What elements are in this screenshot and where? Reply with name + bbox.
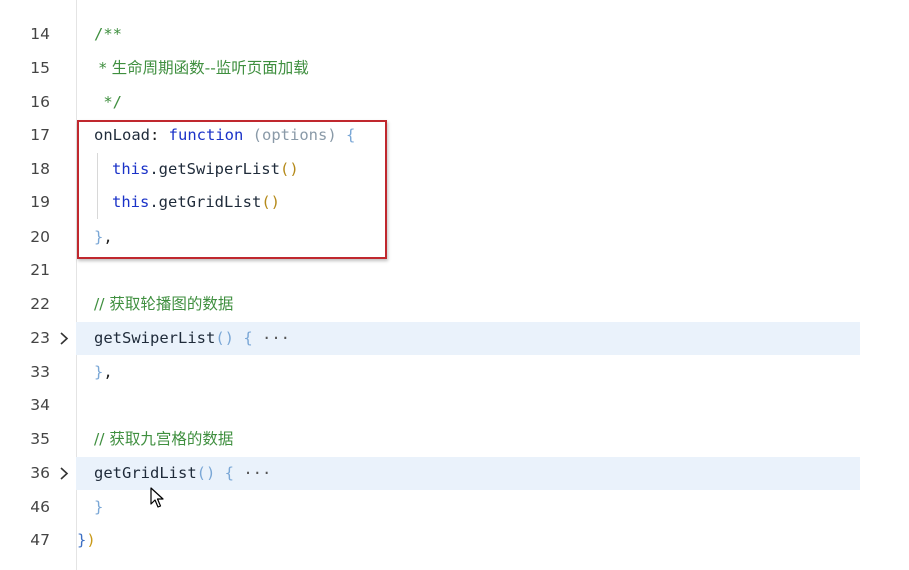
line-number: 35 — [30, 430, 50, 448]
call-parens: () — [261, 193, 280, 211]
close-brace: } — [77, 531, 87, 549]
code-line[interactable]: 33 }, — [0, 356, 909, 389]
code-content: this.getSwiperList() — [112, 153, 299, 186]
code-content: onLoad: function (options) { — [94, 119, 355, 152]
line-number: 22 — [30, 295, 50, 313]
chevron-right-icon[interactable] — [57, 466, 71, 481]
open-brace: { — [336, 126, 356, 144]
method-name: onLoad — [94, 126, 150, 144]
line-number: 34 — [30, 396, 50, 414]
code-editor[interactable]: 14 /** 15 * 生命周期函数--监听页面加载 16 */ 17 onLo… — [0, 0, 909, 570]
method-name: getSwiperList — [94, 329, 216, 347]
code-line[interactable]: 22 // 获取轮播图的数据 — [0, 288, 909, 321]
code-line-folded[interactable]: 36 getGridList() { ··· — [0, 457, 909, 490]
method-call: .getSwiperList — [149, 160, 280, 178]
line-number: 15 — [30, 59, 50, 77]
method-name: getGridList — [94, 464, 197, 482]
line-number: 21 — [30, 261, 50, 279]
call-parens: () — [279, 160, 299, 178]
line-number: 36 — [30, 464, 50, 482]
code-line[interactable]: 46 } — [0, 491, 909, 524]
mouse-pointer-icon — [150, 487, 164, 508]
comment-text: */ — [94, 93, 122, 111]
folded-ellipsis[interactable]: ··· — [262, 329, 290, 347]
parens: () — [215, 329, 234, 347]
line-number: 14 — [30, 25, 50, 43]
comment-text: * 生命周期函数--监听页面加载 — [94, 59, 309, 77]
comment-text: // 获取九宫格的数据 — [94, 430, 234, 448]
method-call: .getGridList — [149, 193, 262, 211]
code-line[interactable]: 17 onLoad: function (options) { — [0, 119, 909, 152]
code-line[interactable]: 19 this.getGridList() — [0, 186, 909, 219]
chevron-right-icon[interactable] — [57, 331, 71, 346]
code-content: getSwiperList() { ··· — [94, 322, 290, 355]
close-brace: } — [94, 498, 104, 516]
code-line[interactable]: 34 — [0, 389, 909, 422]
line-number: 33 — [30, 363, 50, 381]
comment-text: /** — [94, 25, 122, 43]
line-number: 19 — [30, 193, 50, 211]
line-number: 16 — [30, 93, 50, 111]
close-brace: } — [94, 363, 104, 381]
code-content: getGridList() { ··· — [94, 457, 271, 490]
code-line[interactable]: 18 this.getSwiperList() — [0, 153, 909, 186]
this-keyword: this — [112, 160, 150, 178]
code-line-folded[interactable]: 23 getSwiperList() { ··· — [0, 322, 909, 355]
folded-ellipsis[interactable]: ··· — [243, 464, 271, 482]
open-brace: { — [234, 329, 253, 347]
comma: , — [103, 228, 113, 246]
line-number: 20 — [30, 228, 50, 246]
code-content: } — [94, 491, 103, 524]
open-brace: { — [215, 464, 234, 482]
line-number: 23 — [30, 329, 50, 347]
comment-text: // 获取轮播图的数据 — [94, 295, 234, 313]
code-content: }, — [94, 221, 113, 254]
code-line[interactable]: 47 }) — [0, 524, 909, 557]
close-paren: ) — [86, 531, 96, 549]
this-keyword: this — [112, 193, 150, 211]
close-brace: } — [94, 228, 104, 246]
keyword: function — [168, 126, 244, 144]
line-number: 46 — [30, 498, 50, 516]
code-line[interactable]: 15 * 生命周期函数--监听页面加载 — [0, 52, 909, 85]
code-line[interactable]: 16 */ — [0, 86, 909, 119]
line-number: 18 — [30, 160, 50, 178]
code-line[interactable]: 35 // 获取九宫格的数据 — [0, 423, 909, 456]
parens: () — [196, 464, 216, 482]
code-line[interactable]: 14 /** — [0, 18, 909, 51]
parameter-list: (options) — [243, 126, 337, 144]
code-content: }) — [77, 524, 96, 557]
colon: : — [150, 126, 169, 144]
code-content: }, — [94, 356, 113, 389]
line-number: 47 — [30, 531, 50, 549]
comma: , — [103, 363, 113, 381]
code-line[interactable]: 20 }, — [0, 221, 909, 254]
line-number: 17 — [30, 126, 50, 144]
code-content: this.getGridList() — [112, 186, 280, 219]
code-line[interactable]: 21 — [0, 254, 909, 287]
